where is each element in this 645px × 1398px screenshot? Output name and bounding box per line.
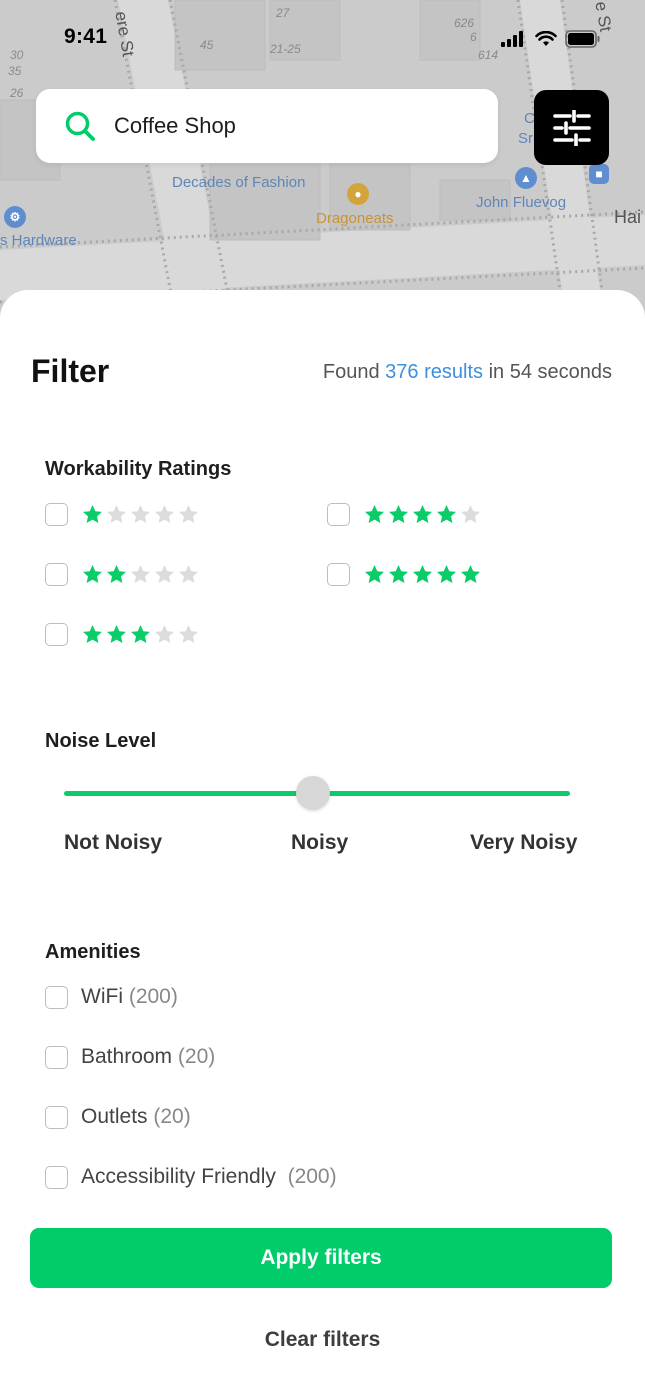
star-filled-icon	[83, 565, 102, 583]
amenity-outlets-label: Outlets (20)	[81, 1105, 191, 1129]
amenity-bathroom-label: Bathroom (20)	[81, 1045, 215, 1069]
rating-2-checkbox[interactable]	[45, 563, 68, 586]
amenity-wifi-label: WiFi (200)	[81, 985, 178, 1009]
star-filled-icon	[365, 565, 384, 583]
search-bar[interactable]: Coffee Shop	[36, 89, 498, 163]
noise-title: Noise Level	[45, 730, 157, 752]
amenity-bathroom-checkbox[interactable]	[45, 1046, 68, 1069]
restaurant-pin-icon[interactable]: ●	[347, 183, 369, 205]
star-empty-icon	[107, 505, 126, 523]
search-icon	[65, 111, 95, 141]
map-label-hai: Hai	[614, 207, 642, 227]
status-icons	[501, 30, 601, 48]
filter-title: Filter	[31, 353, 110, 389]
amenity-count: (20)	[177, 1045, 216, 1068]
rating-1-stars	[82, 504, 199, 525]
noise-label-high: Very Noisy	[470, 831, 578, 854]
battery-icon	[565, 30, 600, 48]
map-label-hardware: s Hardware	[0, 232, 77, 249]
amenity-count: (200)	[128, 985, 178, 1008]
search-input[interactable]: Coffee Shop	[114, 113, 236, 139]
results-suffix: in 54 seconds	[483, 361, 612, 383]
sliders-icon	[552, 109, 591, 146]
star-empty-icon	[131, 565, 150, 583]
star-filled-icon	[389, 505, 408, 523]
star-filled-icon	[83, 625, 102, 643]
noise-slider-thumb[interactable]	[296, 776, 330, 810]
amenity-count: (20)	[153, 1105, 191, 1128]
star-empty-icon	[179, 625, 198, 643]
filter-button[interactable]	[534, 90, 609, 165]
star-filled-icon	[107, 625, 126, 643]
rating-3-checkbox[interactable]	[45, 623, 68, 646]
star-filled-icon	[437, 505, 456, 523]
amenity-name: WiFi	[81, 985, 123, 1008]
amenity-name: Accessibility Friendly	[81, 1165, 282, 1188]
amenity-wifi-checkbox[interactable]	[45, 986, 68, 1009]
star-empty-icon	[155, 505, 174, 523]
rating-1-checkbox[interactable]	[45, 503, 68, 526]
star-filled-icon	[437, 565, 456, 583]
amenity-accessibility-checkbox[interactable]	[45, 1166, 68, 1189]
map-number: 26	[10, 86, 24, 100]
star-empty-icon	[179, 565, 198, 583]
shop-pin-icon[interactable]: ▲	[515, 167, 537, 189]
rating-5-stars	[364, 564, 481, 585]
rating-4-checkbox[interactable]	[327, 503, 350, 526]
status-time: 9:41	[64, 25, 108, 48]
results-count: 376 results	[385, 361, 484, 383]
rating-5-checkbox[interactable]	[327, 563, 350, 586]
star-filled-icon	[413, 565, 432, 583]
hardware-pin-icon[interactable]: ⚙	[4, 206, 26, 228]
map-label-s: Sr	[518, 130, 533, 147]
amenity-accessibility-label: Accessibility Friendly (200)	[81, 1165, 337, 1189]
apply-filters-button[interactable]: Apply filters	[30, 1228, 612, 1288]
star-empty-icon	[155, 565, 174, 583]
bus-stop-icon[interactable]: ■	[589, 164, 609, 184]
noise-label-low: Not Noisy	[64, 831, 163, 854]
amenity-outlets-checkbox[interactable]	[45, 1106, 68, 1129]
star-filled-icon	[413, 505, 432, 523]
wifi-icon	[535, 31, 557, 46]
map-label-dragoneats: Dragoneats	[316, 210, 394, 227]
cellular-signal-icon	[501, 31, 523, 47]
map-label-decades: Decades of Fashion	[172, 174, 306, 191]
map-label-fluevog: John Fluevog	[476, 194, 567, 211]
amenities-title: Amenities	[45, 941, 141, 963]
noise-label-mid: Noisy	[291, 831, 349, 854]
star-empty-icon	[179, 505, 198, 523]
rating-4-stars	[364, 504, 481, 525]
amenity-name: Bathroom	[81, 1045, 173, 1068]
star-empty-icon	[461, 505, 480, 523]
star-filled-icon	[389, 565, 408, 583]
clear-filters-button[interactable]: Clear filters	[0, 1328, 645, 1352]
filter-sheet: Filter Found 376 results in 54 seconds W…	[0, 290, 645, 1398]
star-filled-icon	[131, 625, 150, 643]
amenity-count: (200)	[287, 1165, 337, 1188]
rating-3-stars	[82, 624, 199, 645]
star-filled-icon	[461, 565, 480, 583]
star-filled-icon	[365, 505, 384, 523]
results-prefix: Found	[322, 361, 386, 383]
status-bar: 9:41	[0, 0, 645, 76]
star-filled-icon	[83, 505, 102, 523]
workability-title: Workability Ratings	[45, 458, 232, 480]
rating-2-stars	[82, 564, 199, 585]
amenity-name: Outlets	[81, 1105, 148, 1128]
star-empty-icon	[155, 625, 174, 643]
star-filled-icon	[107, 565, 126, 583]
results-summary: Found 376 results in 54 seconds	[323, 361, 612, 384]
star-empty-icon	[131, 505, 150, 523]
